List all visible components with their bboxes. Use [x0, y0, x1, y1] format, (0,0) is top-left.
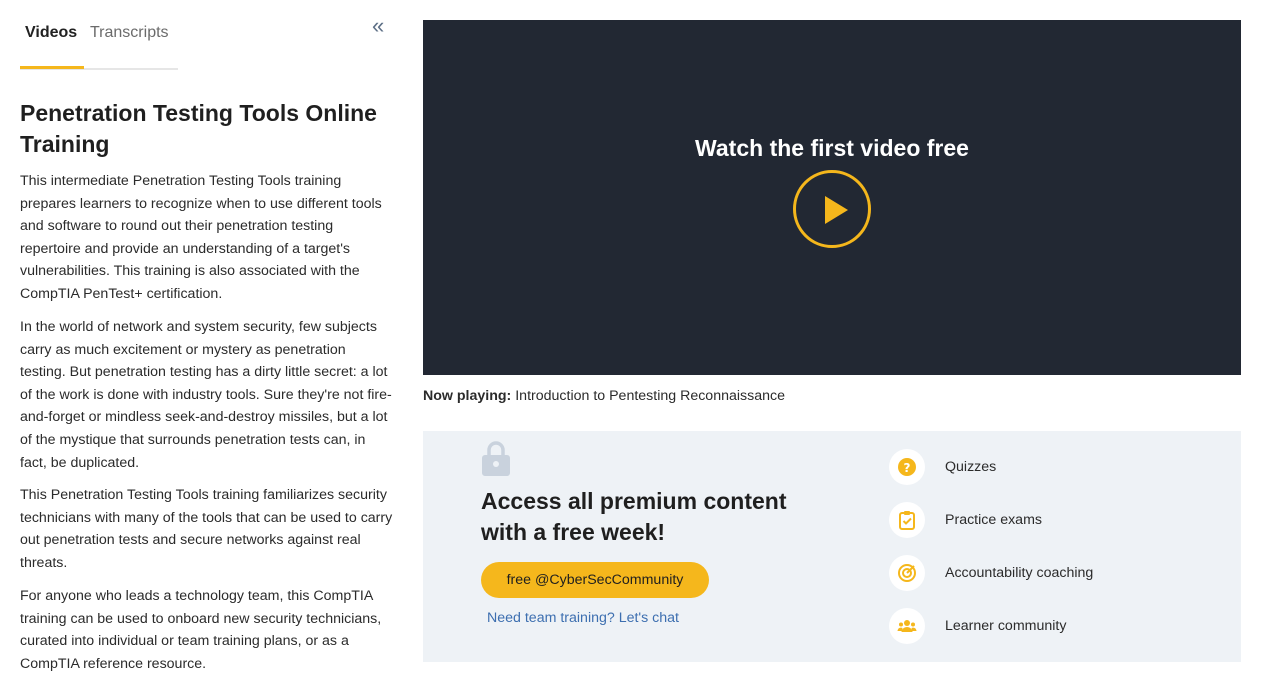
feature-label: Accountability coaching — [945, 565, 1094, 581]
video-player[interactable]: Watch the first video free — [423, 20, 1241, 375]
now-playing: Now playing: Introduction to Pentesting … — [423, 386, 785, 406]
feature-accountability-coaching: Accountability coaching — [889, 555, 1209, 593]
course-description-paragraph: This Penetration Testing Tools training … — [20, 487, 393, 571]
feature-quizzes: ? Quizzes — [889, 449, 1209, 487]
question-icon: ? — [889, 449, 925, 485]
feature-practice-exams: Practice exams — [889, 502, 1209, 540]
tab-transcripts[interactable]: Transcripts — [90, 22, 169, 44]
video-overlay-title: Watch the first video free — [695, 135, 969, 161]
course-description-paragraph: In the world of network and system secur… — [20, 319, 392, 471]
now-playing-label: Now playing: — [423, 388, 512, 404]
feature-learner-community: Learner community — [889, 608, 1209, 646]
course-description-paragraph: For anyone who leads a technology team, … — [20, 588, 382, 672]
play-icon — [825, 196, 848, 224]
course-description-paragraph: This intermediate Penetration Testing To… — [20, 173, 382, 302]
premium-title: Access all premium content with a free w… — [481, 488, 787, 545]
people-icon — [889, 608, 925, 644]
clipboard-check-icon — [889, 502, 925, 538]
target-icon — [889, 555, 925, 591]
feature-label: Learner community — [945, 618, 1067, 634]
premium-panel: Access all premium content with a free w… — [423, 431, 1241, 662]
free-week-button[interactable]: free @CyberSecCommunity — [481, 562, 709, 598]
now-playing-title: Introduction to Pentesting Reconnaissanc… — [515, 388, 785, 404]
team-training-link[interactable]: Need team training? Let's chat — [487, 608, 679, 628]
tab-videos[interactable]: Videos — [25, 22, 77, 44]
course-title: Penetration Testing Tools Online Trainin… — [20, 100, 377, 157]
tab-bar: Videos Transcripts — [20, 0, 178, 70]
svg-text:?: ? — [904, 461, 911, 475]
lock-icon — [482, 441, 510, 476]
feature-label: Quizzes — [945, 459, 997, 475]
collapse-panel-icon[interactable]: « — [372, 15, 384, 37]
active-tab-indicator — [20, 66, 84, 69]
play-button[interactable] — [793, 170, 871, 248]
left-panel: Videos Transcripts « Penetration Testing… — [20, 0, 395, 676]
feature-label: Practice exams — [945, 512, 1042, 528]
